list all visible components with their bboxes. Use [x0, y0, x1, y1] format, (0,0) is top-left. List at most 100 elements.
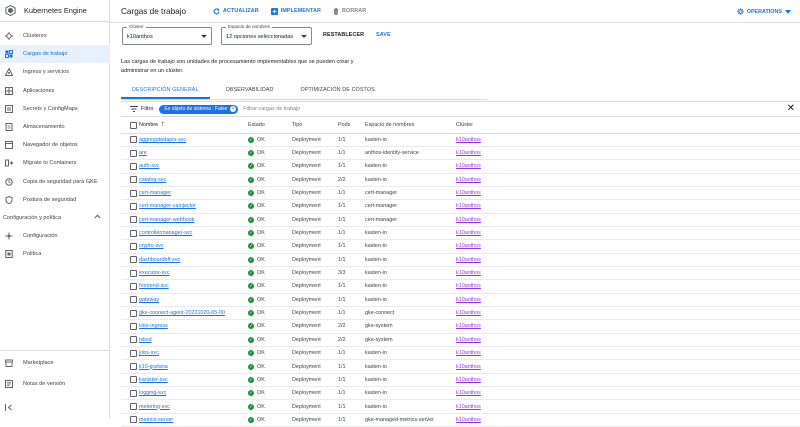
sidebar-item-release-notes[interactable]: Notas de versión: [0, 375, 110, 393]
table-row[interactable]: logging-svc ✓ OK Deployment 1/1 kasten-io k10a…: [121, 386, 800, 401]
cluster-link[interactable]: k10anthos: [456, 243, 481, 249]
row-checkbox[interactable]: [130, 389, 137, 397]
workload-name-link[interactable]: executor-svc: [139, 270, 170, 276]
workload-name-link[interactable]: auth-svc: [139, 163, 159, 169]
header-cluster[interactable]: Clúster: [456, 118, 800, 134]
cluster-link[interactable]: k10anthos: [456, 364, 481, 370]
workload-name-link[interactable]: catalog-svc: [139, 177, 166, 183]
row-checkbox[interactable]: [130, 136, 137, 144]
row-checkbox[interactable]: [130, 376, 137, 384]
workload-name-link[interactable]: k10-grafana: [139, 364, 168, 370]
workload-name-link[interactable]: controllermanager-svc: [139, 230, 192, 236]
sidebar-item-configuration[interactable]: Configuración: [0, 227, 110, 245]
cluster-select[interactable]: Clúster k10anthos: [122, 24, 212, 45]
cluster-link[interactable]: k10anthos: [456, 177, 481, 183]
cluster-link[interactable]: k10anthos: [456, 310, 481, 316]
cluster-link[interactable]: k10anthos: [456, 150, 481, 156]
row-checkbox[interactable]: [130, 176, 137, 184]
header-type[interactable]: Tipo: [292, 118, 338, 134]
reset-button[interactable]: RESTABLECER: [323, 32, 364, 38]
operations-button[interactable]: OPERATIONS: [737, 8, 791, 15]
sidebar-item-backup[interactable]: Copia de seguridad para GKE: [0, 173, 110, 191]
workload-name-link[interactable]: gateway: [139, 297, 159, 303]
cluster-link[interactable]: k10anthos: [456, 203, 481, 209]
table-row[interactable]: frontend-svc ✓ OK Deployment 1/1 kasten-io k10…: [121, 279, 800, 294]
header-namespace[interactable]: Espacio de nombres: [365, 118, 456, 134]
row-checkbox[interactable]: [130, 216, 137, 224]
workload-name-link[interactable]: cert-manager-cainjector: [139, 203, 196, 209]
row-checkbox[interactable]: [130, 416, 137, 424]
sidebar-section-config-policy[interactable]: Configuración y política: [0, 209, 110, 227]
table-row[interactable]: catalog-svc ✓ OK Deployment 2/2 kasten-io k10a…: [121, 173, 800, 187]
table-row[interactable]: cert-manager-webhook ✓ OK Deployment 1/1 cert…: [121, 213, 800, 227]
cluster-link[interactable]: k10anthos: [456, 190, 481, 196]
row-checkbox[interactable]: [130, 296, 137, 304]
row-checkbox[interactable]: [130, 189, 137, 197]
select-all-checkbox[interactable]: [130, 121, 137, 129]
row-checkbox[interactable]: [130, 269, 137, 277]
cluster-link[interactable]: k10anthos: [456, 137, 481, 143]
filter-chip[interactable]: Es objeto de sistema : False ×: [159, 104, 239, 114]
sidebar-item-security-posture[interactable]: Postura de seguridad: [0, 191, 110, 209]
refresh-button[interactable]: ACTUALIZAR: [213, 7, 259, 15]
workload-name-link[interactable]: cert-manager: [139, 190, 171, 196]
sidebar-item-policy[interactable]: Política: [0, 245, 110, 263]
workload-name-link[interactable]: are: [139, 150, 147, 156]
workload-name-link[interactable]: kanister-svc: [139, 377, 168, 383]
table-row[interactable]: metrics-server ✓ OK Deployment 1/1 gke-manage…: [121, 413, 800, 427]
workload-name-link[interactable]: istiod: [139, 337, 152, 343]
cluster-link[interactable]: k10anthos: [456, 163, 481, 169]
row-checkbox[interactable]: [130, 322, 137, 330]
workload-name-link[interactable]: logging-svc: [139, 390, 166, 396]
cluster-link[interactable]: k10anthos: [456, 323, 481, 329]
sidebar-item-migrate[interactable]: Migrate to Containers: [0, 154, 110, 172]
row-checkbox[interactable]: [130, 162, 137, 170]
workload-name-link[interactable]: aggregatedapis-svc: [139, 137, 186, 143]
table-row[interactable]: auth-svc ✓ OK Deployment 1/1 kasten-io k10anth…: [121, 159, 800, 174]
table-row[interactable]: jobs-svc ✓ OK Deployment 1/1 kasten-io k10anth…: [121, 346, 800, 361]
row-checkbox[interactable]: [130, 363, 137, 371]
cluster-link[interactable]: k10anthos: [456, 350, 481, 356]
cluster-link[interactable]: k10anthos: [456, 257, 481, 263]
row-checkbox[interactable]: [130, 202, 137, 210]
workload-name-link[interactable]: crypto-svc: [139, 243, 164, 249]
table-row[interactable]: are ✓ OK Deployment 1/1 anthos-identity-servi…: [121, 146, 800, 161]
namespace-select[interactable]: Espacio de nombres 12 opciones seleccion…: [221, 24, 312, 45]
table-row[interactable]: cert-manager ✓ OK Deployment 1/1 cert-manager…: [121, 186, 800, 201]
row-checkbox[interactable]: [130, 349, 137, 357]
remove-chip-icon[interactable]: ×: [230, 106, 237, 112]
header-pods[interactable]: Pods: [338, 118, 365, 134]
sidebar-item-secrets[interactable]: Secrets y ConfigMaps: [0, 100, 110, 118]
table-row[interactable]: istiod ✓ OK Deployment 2/2 gke-system k10antho…: [121, 333, 800, 348]
cluster-link[interactable]: k10anthos: [456, 283, 481, 289]
table-row[interactable]: kanister-svc ✓ OK Deployment 1/1 kasten-io k10…: [121, 373, 800, 388]
row-checkbox[interactable]: [130, 149, 137, 157]
workload-name-link[interactable]: metering-svc: [139, 404, 170, 410]
workload-name-link[interactable]: istio-ingress: [139, 323, 168, 329]
sidebar-item-ingress-services[interactable]: Ingress y servicios: [0, 63, 110, 81]
cluster-link[interactable]: k10anthos: [456, 337, 481, 343]
row-checkbox[interactable]: [130, 229, 137, 237]
header-name[interactable]: Nombre 🡑: [139, 118, 248, 134]
close-icon[interactable]: ✕: [787, 104, 795, 114]
row-checkbox[interactable]: [130, 309, 137, 317]
workload-name-link[interactable]: frontend-svc: [139, 283, 169, 289]
cluster-link[interactable]: k10anthos: [456, 217, 481, 223]
cluster-link[interactable]: k10anthos: [456, 230, 481, 236]
delete-button[interactable]: BORRAR: [333, 7, 366, 15]
cluster-link[interactable]: k10anthos: [456, 377, 481, 383]
table-row[interactable]: gke-connect-agent-20221020-05-00 ✓ OK Deplo…: [121, 306, 800, 321]
table-row[interactable]: k10-grafana ✓ OK Deployment 1/1 kasten-io k10a…: [121, 359, 800, 374]
table-row[interactable]: metering-svc ✓ OK Deployment 1/1 kasten-io k10…: [121, 399, 800, 414]
sidebar-item-object-browser[interactable]: Navegador de objetos: [0, 136, 110, 154]
tab-observability[interactable]: OBSERVABILIDAD: [210, 85, 285, 99]
table-row[interactable]: cert-manager-cainjector ✓ OK Deployment 1/1 c…: [121, 199, 800, 214]
table-row[interactable]: controllermanager-svc ✓ OK Deployment 1/1 kas…: [121, 226, 800, 241]
row-checkbox[interactable]: [130, 256, 137, 264]
cluster-link[interactable]: k10anthos: [456, 270, 481, 276]
workload-name-link[interactable]: dashboardbff-svc: [139, 257, 180, 263]
workload-name-link[interactable]: gke-connect-agent-20221020-05-00: [139, 310, 225, 316]
table-row[interactable]: istio-ingress ✓ OK Deployment 2/2 gke-system k…: [121, 319, 800, 334]
workload-name-link[interactable]: jobs-svc: [139, 350, 159, 356]
sidebar-item-storage[interactable]: Almacenamiento: [0, 118, 110, 136]
